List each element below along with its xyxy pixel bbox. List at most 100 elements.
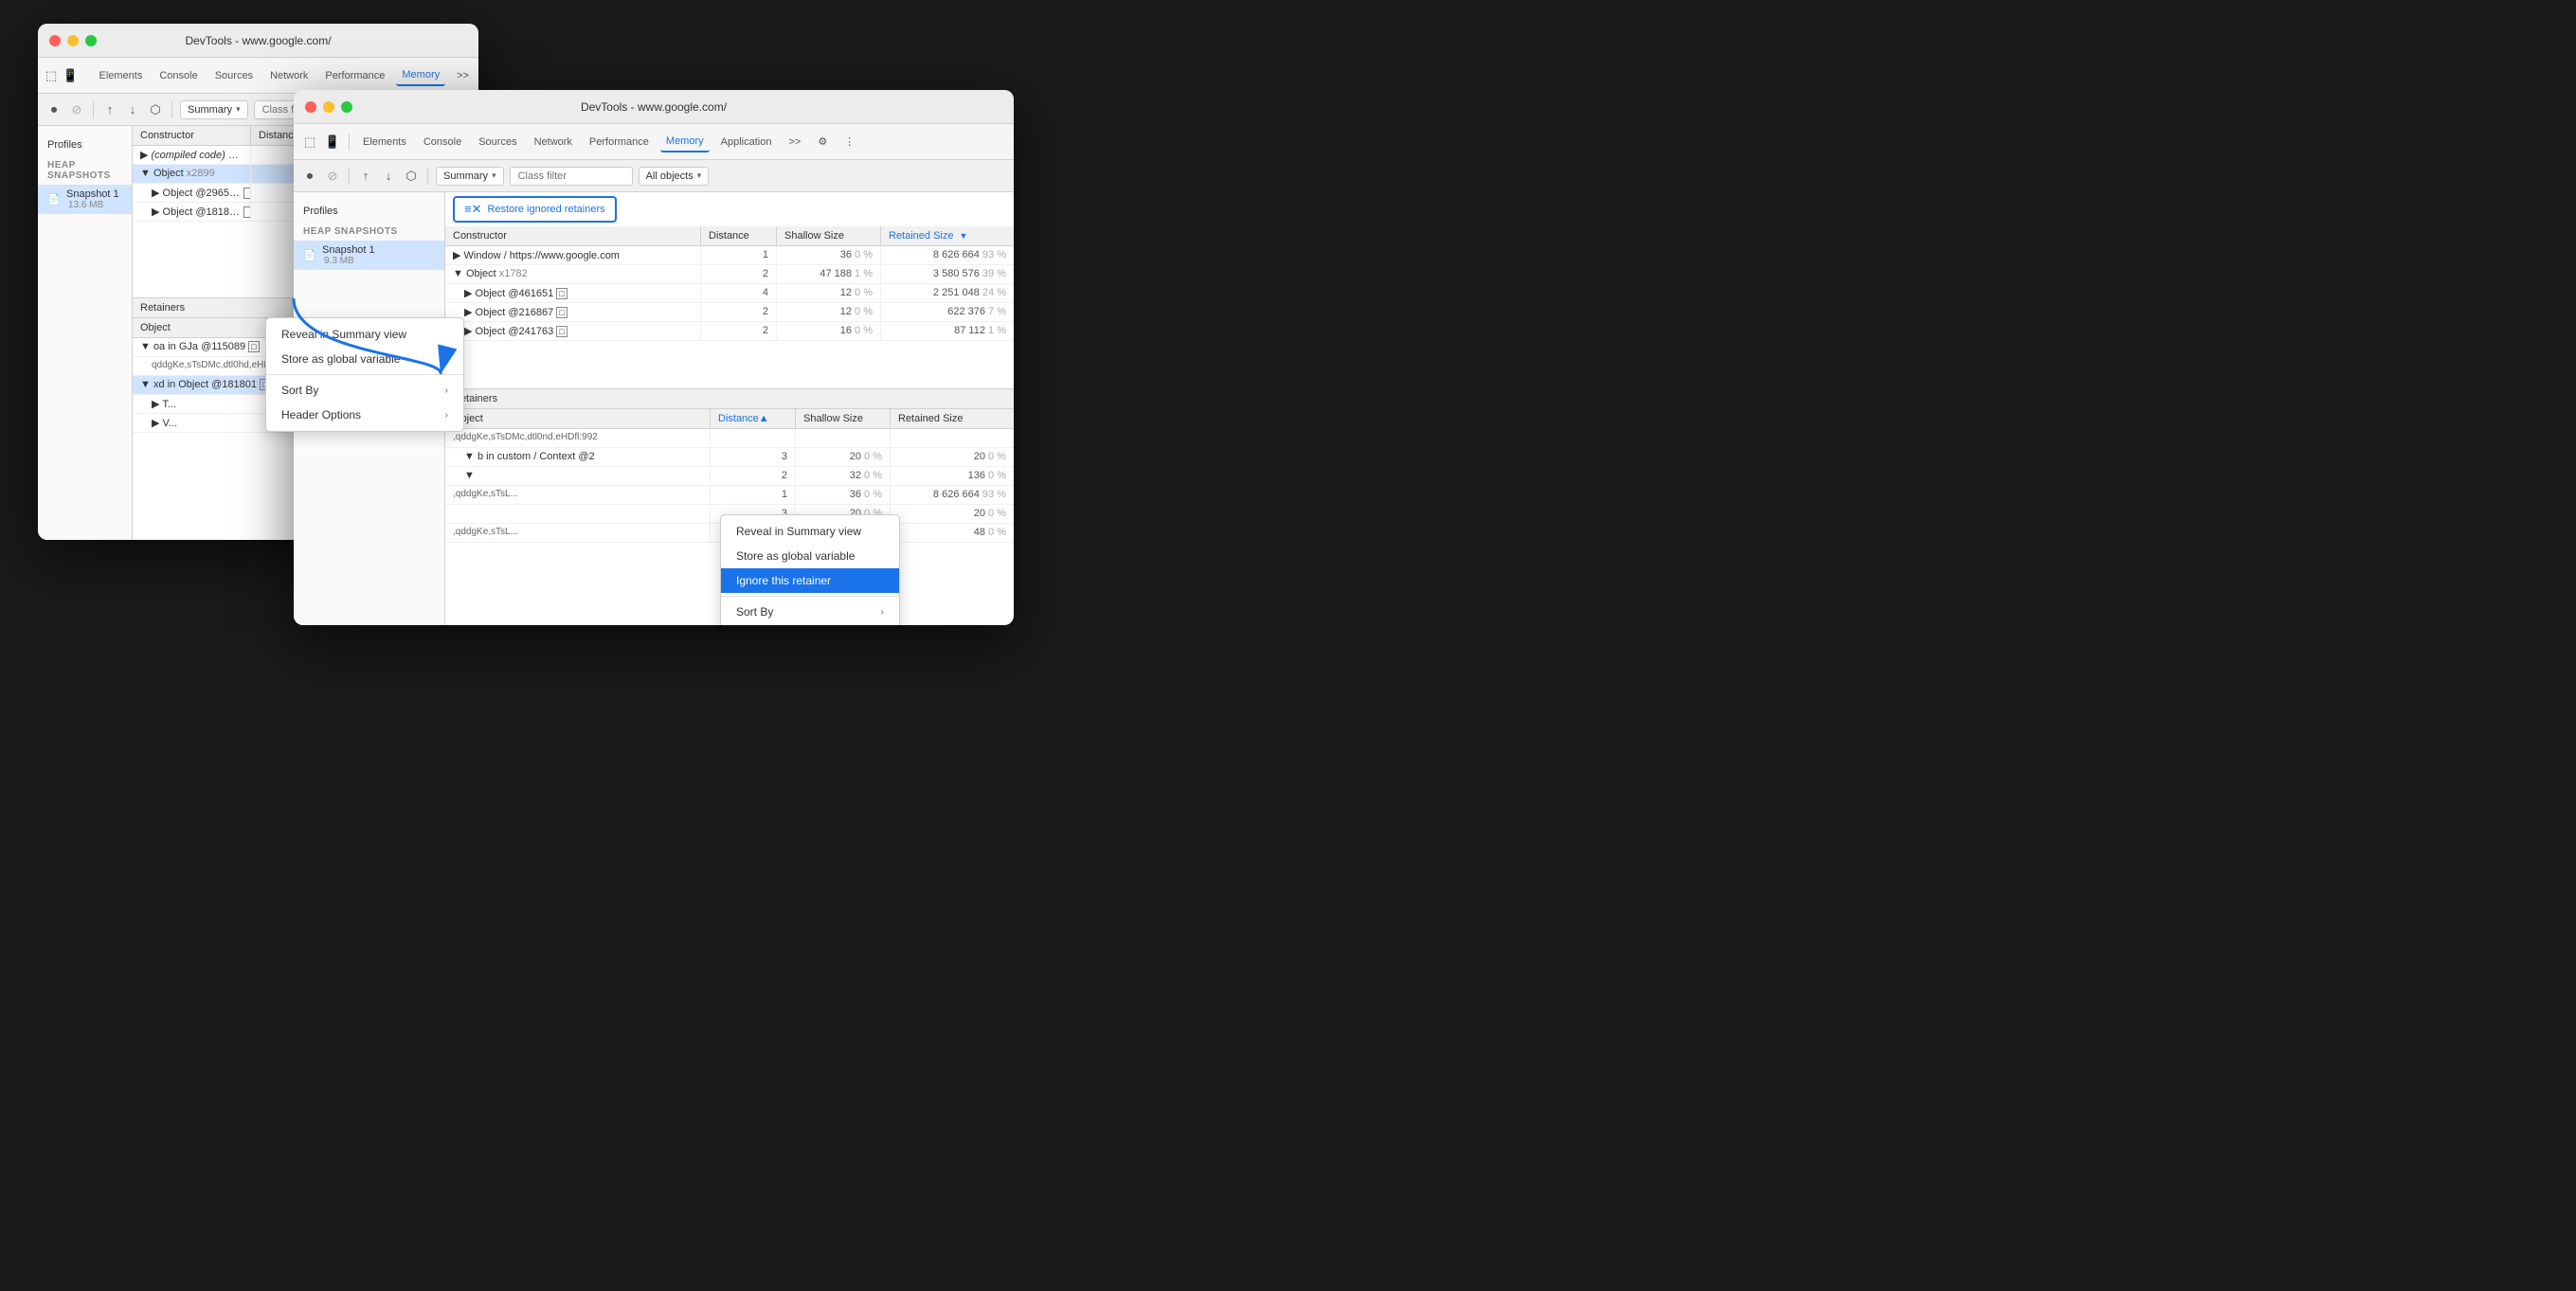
snapshot-item-1[interactable]: 📄 Snapshot 1 13.6 MB bbox=[38, 185, 132, 214]
tab-network-1[interactable]: Network bbox=[264, 66, 314, 85]
td-name: ▶ (compiled code) x75214 bbox=[133, 146, 251, 164]
menu-sort-by-1[interactable]: Sort By › bbox=[266, 378, 463, 403]
close-button-1[interactable] bbox=[49, 35, 61, 46]
inspector-icon-2[interactable]: ⬚ bbox=[301, 134, 318, 151]
table-row[interactable]: ▼ Object x1782 2 47 188 1 % 3 580 576 39… bbox=[445, 265, 1014, 284]
restore-icon: ≡✕ bbox=[464, 202, 481, 217]
snapshot-icon-2: 📄 bbox=[303, 249, 316, 262]
tab-sources-2[interactable]: Sources bbox=[473, 133, 522, 152]
sidebar-profiles-2[interactable]: Profiles bbox=[294, 202, 444, 221]
td-obj: ,qddgKe,sTsL... bbox=[445, 524, 711, 542]
menu-item-label: Sort By bbox=[736, 605, 773, 619]
td-shallow: 16 0 % bbox=[777, 322, 881, 340]
upload-icon-2[interactable]: ↑ bbox=[357, 168, 374, 185]
divider-2 bbox=[93, 101, 94, 118]
upload-icon-1[interactable]: ↑ bbox=[101, 101, 118, 118]
th-retained-2[interactable]: Retained Size ▼ bbox=[881, 226, 1014, 245]
table-row[interactable]: ▶ Object @241763 □ 2 16 0 % 87 112 1 % bbox=[445, 322, 1014, 341]
tab-memory-2[interactable]: Memory bbox=[660, 132, 710, 152]
constructor-body-2: ▶ Window / https://www.google.com 1 36 0… bbox=[445, 246, 1014, 388]
tab-dots-2[interactable]: ⋮ bbox=[838, 132, 860, 152]
inspector-icon[interactable]: ⬚ bbox=[45, 67, 57, 84]
summary-dropdown-2[interactable]: Summary ▾ bbox=[436, 167, 504, 186]
restore-bar[interactable]: ≡✕ Restore ignored retainers bbox=[453, 196, 617, 223]
table-row[interactable]: ▶ Object @216867 □ 2 12 0 % 622 376 7 % bbox=[445, 303, 1014, 322]
tab-performance-2[interactable]: Performance bbox=[584, 133, 655, 152]
tab-elements-1[interactable]: Elements bbox=[93, 66, 148, 85]
snapshot-size-2: 9.3 MB bbox=[324, 256, 375, 266]
maximize-button-1[interactable] bbox=[85, 35, 97, 46]
sidebar-profiles-1[interactable]: Profiles bbox=[38, 135, 132, 154]
td-d: 1 bbox=[711, 486, 796, 504]
tab-console-1[interactable]: Console bbox=[153, 66, 203, 85]
th-constructor-2: Constructor bbox=[445, 226, 701, 245]
summary-arrow-2: ▾ bbox=[492, 170, 496, 181]
stop-icon-2[interactable]: ⊘ bbox=[324, 168, 341, 185]
window-title-1: DevTools - www.google.com/ bbox=[185, 34, 331, 47]
close-button-2[interactable] bbox=[305, 101, 316, 113]
collect-icon-2[interactable]: ⬡ bbox=[403, 168, 420, 185]
download-icon-2[interactable]: ↓ bbox=[380, 168, 397, 185]
device-icon-2[interactable]: 📱 bbox=[324, 134, 341, 151]
td-d: 2 bbox=[711, 467, 796, 485]
td-shallow: 12 0 % bbox=[777, 303, 881, 321]
td-retained: 622 376 7 % bbox=[881, 303, 1014, 321]
tab-elements-2[interactable]: Elements bbox=[357, 133, 412, 152]
summary-arrow-1: ▾ bbox=[236, 104, 241, 115]
menu-reveal-summary-1[interactable]: Reveal in Summary view bbox=[266, 322, 463, 347]
profiles-label-1: Profiles bbox=[47, 139, 82, 151]
tab-application-2[interactable]: Application bbox=[715, 133, 778, 152]
td-name: ▶ Object @216867 □ bbox=[445, 303, 701, 321]
menu-header-options-2[interactable]: Header Options › bbox=[721, 624, 899, 625]
tab-settings-2[interactable]: ⚙ bbox=[812, 132, 833, 152]
td-name: ▼ Object x2899 bbox=[133, 165, 251, 183]
menu-sort-by-2[interactable]: Sort By › bbox=[721, 600, 899, 624]
menu-item-label: Store as global variable bbox=[736, 549, 855, 563]
tab-network-2[interactable]: Network bbox=[529, 133, 578, 152]
download-icon-1[interactable]: ↓ bbox=[124, 101, 141, 118]
collect-icon-1[interactable]: ⬡ bbox=[147, 101, 164, 118]
heap-snapshots-title-2: HEAP SNAPSHOTS bbox=[294, 221, 444, 241]
menu-global-var-1[interactable]: Store as global variable bbox=[266, 347, 463, 371]
td-name: ▼ Object x1782 bbox=[445, 265, 701, 283]
td-obj bbox=[445, 505, 711, 523]
restore-label: Restore ignored retainers bbox=[487, 204, 604, 215]
table-row[interactable]: ,qddgKe,sTsDMc,dtl0nd,eHDfl:992 bbox=[445, 429, 1014, 448]
tab-memory-1[interactable]: Memory bbox=[396, 65, 445, 86]
td-distance: 2 bbox=[701, 303, 777, 321]
maximize-button-2[interactable] bbox=[341, 101, 352, 113]
record-icon-2[interactable]: ⏺ bbox=[301, 168, 318, 185]
divider-b bbox=[349, 168, 350, 185]
snapshot-item-2[interactable]: 📄 Snapshot 1 9.3 MB bbox=[294, 241, 444, 270]
menu-reveal-summary-2[interactable]: Reveal in Summary view bbox=[721, 519, 899, 544]
table-row[interactable]: ▶ Window / https://www.google.com 1 36 0… bbox=[445, 246, 1014, 265]
summary-dropdown-1[interactable]: Summary ▾ bbox=[180, 100, 248, 119]
menu-item-label: Reveal in Summary view bbox=[736, 525, 861, 538]
table-area-2: ≡✕ Restore ignored retainers Constructor… bbox=[445, 192, 1014, 625]
menu-header-options-1[interactable]: Header Options › bbox=[266, 403, 463, 427]
titlebar-1: DevTools - www.google.com/ bbox=[38, 24, 478, 58]
td-d: 3 bbox=[711, 448, 796, 466]
record-icon-1[interactable]: ⏺ bbox=[45, 101, 63, 118]
td-s: 20 0 % bbox=[796, 448, 891, 466]
class-filter-2[interactable] bbox=[510, 167, 633, 186]
minimize-button-1[interactable] bbox=[67, 35, 79, 46]
table-row[interactable]: ▼ 2 32 0 % 136 0 % bbox=[445, 467, 1014, 486]
tab-sources-1[interactable]: Sources bbox=[209, 66, 259, 85]
minimize-button-2[interactable] bbox=[323, 101, 334, 113]
allobjects-dropdown-2[interactable]: All objects ▾ bbox=[639, 167, 710, 186]
menu-ignore-retainer[interactable]: Ignore this retainer bbox=[721, 568, 899, 593]
tab-more-1[interactable]: >> bbox=[451, 66, 475, 85]
menu-sep-1 bbox=[266, 374, 463, 375]
td-name: ▶ Object @181801 □ bbox=[133, 203, 251, 221]
tab-console-2[interactable]: Console bbox=[418, 133, 467, 152]
tab-performance-1[interactable]: Performance bbox=[319, 66, 390, 85]
sidebar-1: Profiles HEAP SNAPSHOTS 📄 Snapshot 1 13.… bbox=[38, 126, 133, 540]
table-row[interactable]: ,qddgKe,sTsL... 1 36 0 % 8 626 664 93 % bbox=[445, 486, 1014, 505]
device-icon[interactable]: 📱 bbox=[63, 67, 78, 84]
menu-global-var-2[interactable]: Store as global variable bbox=[721, 544, 899, 568]
table-row[interactable]: ▶ Object @461651 □ 4 12 0 % 2 251 048 24… bbox=[445, 284, 1014, 303]
tab-more-2[interactable]: >> bbox=[783, 133, 806, 152]
stop-icon-1[interactable]: ⊘ bbox=[68, 101, 85, 118]
table-row[interactable]: ▼ b in custom / Context @2 3 20 0 % 20 0… bbox=[445, 448, 1014, 467]
